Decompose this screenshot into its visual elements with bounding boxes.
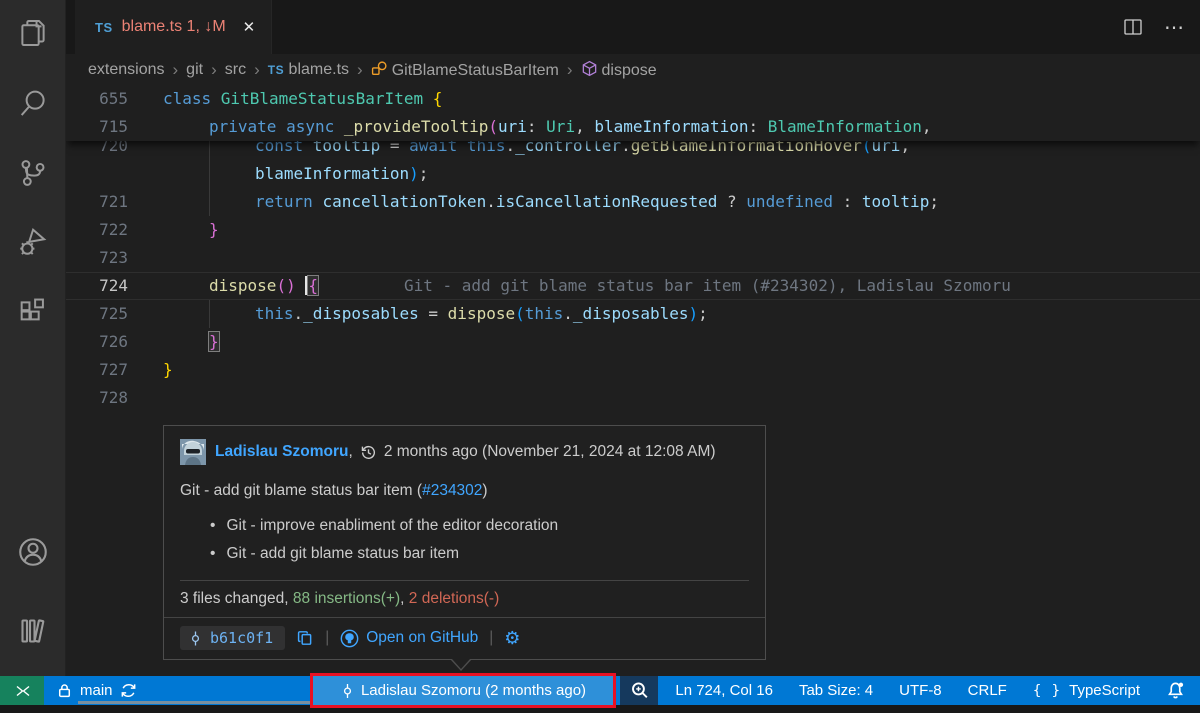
source-control-icon[interactable] (14, 154, 52, 192)
breadcrumb-folder[interactable]: extensions (88, 61, 165, 79)
breadcrumb-folder[interactable]: git (186, 61, 203, 79)
remote-indicator[interactable] (0, 676, 44, 705)
branch-name: main (80, 682, 113, 699)
breadcrumb-file[interactable]: TS blame.ts (268, 61, 349, 79)
line-number: 721 (66, 188, 128, 216)
sync-icon (120, 682, 137, 699)
commit-stats: 3 files changed, 88 insertions(+), 2 del… (164, 581, 765, 617)
author-link[interactable]: Ladislau Szomoru (215, 443, 349, 460)
symbol-method-icon (581, 60, 598, 77)
tab-blame-ts[interactable]: TS blame.ts 1, ↓M ✕ (75, 0, 272, 54)
explorer-icon[interactable] (14, 14, 52, 52)
line-col-indicator[interactable]: Ln 724, Col 16 (675, 682, 773, 699)
commit-message: Git - add git blame status bar item (#23… (180, 482, 749, 500)
git-blame-status-item[interactable]: Ladislau Szomoru (2 months ago) (313, 676, 613, 705)
code-line-727[interactable]: 727} (66, 356, 1200, 384)
code-line-728[interactable]: 728 (66, 384, 1200, 412)
split-editor-icon[interactable] (1122, 16, 1144, 38)
eol-indicator[interactable]: CRLF (968, 682, 1007, 699)
sticky-scroll[interactable]: 655class GitBlameStatusBarItem {715priva… (66, 85, 1200, 141)
line-number: 715 (66, 113, 128, 141)
breadcrumb-folder[interactable]: src (225, 61, 246, 79)
typescript-file-icon: TS (268, 63, 284, 77)
line-number: 726 (66, 328, 128, 356)
line-number: 727 (66, 356, 128, 384)
typescript-file-icon: TS (95, 20, 113, 35)
language-indicator[interactable]: { }TypeScript (1033, 682, 1140, 699)
extensions-icon[interactable] (14, 294, 52, 332)
breadcrumb-symbol-class[interactable]: GitBlameStatusBarItem (371, 60, 559, 80)
chevron-right-icon: › (357, 60, 363, 80)
more-actions-icon[interactable]: ⋯ (1164, 15, 1186, 40)
chevron-right-icon: › (254, 60, 260, 80)
line-number: 728 (66, 384, 128, 412)
notifications-bell-icon[interactable] (1166, 681, 1185, 700)
avatar (180, 439, 206, 465)
activity-bar (0, 0, 66, 676)
git-blame-hover: Ladislau Szomoru, 2 months ago (November… (163, 425, 766, 660)
close-icon[interactable]: ✕ (243, 18, 256, 36)
line-number: 722 (66, 216, 128, 244)
inline-blame-annotation: Git - add git blame status bar item (#23… (404, 276, 1011, 295)
braces-icon: { } (1033, 683, 1061, 699)
line-number: 724 (66, 272, 128, 300)
code-line-715[interactable]: 715private async _provideTooltip(uri: Ur… (66, 113, 1200, 141)
code-line-wrapped[interactable]: blameInformation); (66, 160, 1200, 188)
issue-link[interactable]: #234302 (422, 482, 482, 499)
copy-icon[interactable] (296, 629, 314, 647)
breadcrumb-symbol-method[interactable]: dispose (581, 60, 657, 80)
commit-time: 2 months ago (November 21, 2024 at 12:08… (384, 443, 716, 461)
history-icon (360, 444, 377, 461)
lock-icon (56, 682, 73, 699)
tooltip-arrow (452, 659, 470, 669)
accounts-icon[interactable] (14, 533, 52, 571)
symbol-class-icon (371, 60, 388, 77)
code-line-726[interactable]: 726} (66, 328, 1200, 356)
commit-bullet: Git - add git blame status bar item (210, 540, 749, 568)
commit-hash-button[interactable]: b61c0f1 (180, 626, 285, 650)
vscode-window: TS blame.ts 1, ↓M ✕ ⋯ extensions › git ›… (0, 0, 1200, 713)
tab-bar: TS blame.ts 1, ↓M ✕ ⋯ (66, 0, 1200, 54)
chevron-right-icon: › (211, 60, 217, 80)
open-on-github-link[interactable]: Open on GitHub (340, 629, 478, 648)
git-commit-icon (188, 630, 203, 647)
insertions: 88 insertions(+) (293, 590, 400, 607)
code-line-721[interactable]: 721return cancellationToken.isCancellati… (66, 188, 1200, 216)
deletions: 2 deletions(-) (409, 590, 499, 607)
code-line-722[interactable]: 722} (66, 216, 1200, 244)
breadcrumb: extensions › git › src › TS blame.ts › G… (66, 54, 1200, 85)
git-commit-icon (340, 682, 355, 700)
code-line-724[interactable]: 724dispose() {Git - add git blame status… (66, 272, 1200, 300)
library-icon[interactable] (14, 612, 52, 650)
line-number: 655 (66, 85, 128, 113)
github-icon (340, 629, 359, 648)
search-icon[interactable] (14, 84, 52, 122)
run-and-debug-icon[interactable] (14, 224, 52, 262)
gear-icon[interactable]: ⚙ (504, 628, 520, 649)
code-line-725[interactable]: 725this._disposables = dispose(this._dis… (66, 300, 1200, 328)
code-line-655[interactable]: 655class GitBlameStatusBarItem { (66, 85, 1200, 113)
chevron-right-icon: › (173, 60, 179, 80)
taskbar-strip (0, 705, 1200, 713)
commit-bullet: Git - improve enabliment of the editor d… (210, 512, 749, 540)
line-number: 723 (66, 244, 128, 272)
tab-title: blame.ts 1, ↓M (122, 18, 226, 36)
code-line-723[interactable]: 723 (66, 244, 1200, 272)
line-number: 725 (66, 300, 128, 328)
tab-size-indicator[interactable]: Tab Size: 4 (799, 682, 873, 699)
zoom-annotation-icon[interactable] (620, 676, 658, 705)
commit-body: Git - improve enabliment of the editor d… (210, 512, 749, 568)
chevron-right-icon: › (567, 60, 573, 80)
encoding-indicator[interactable]: UTF-8 (899, 682, 942, 699)
